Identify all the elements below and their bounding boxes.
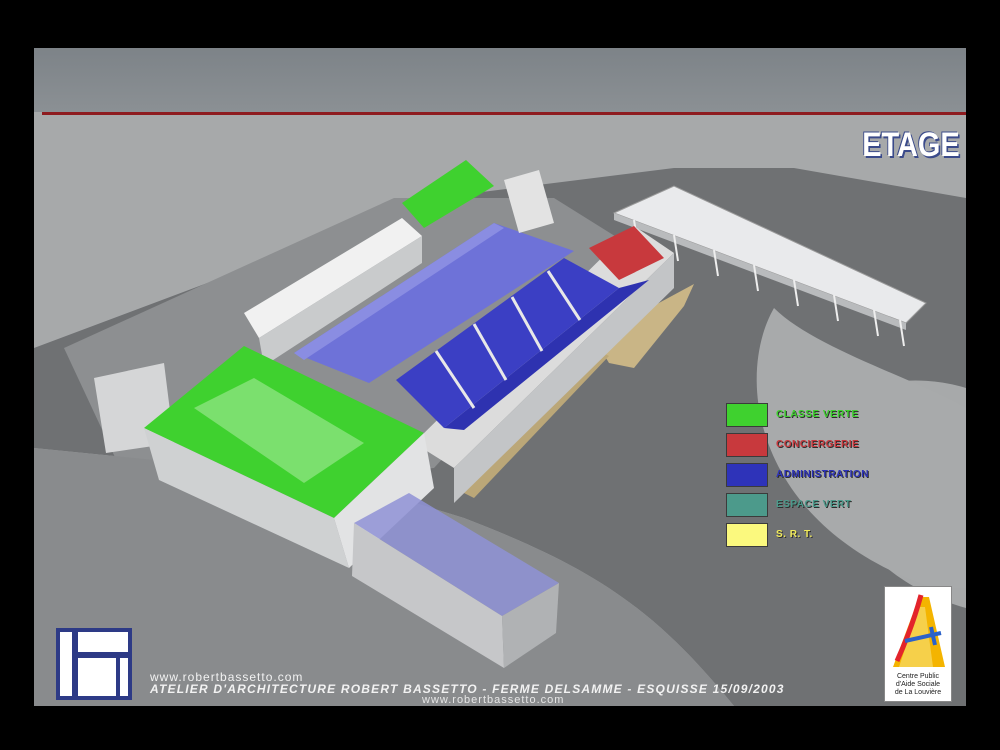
legend: CLASSE VERTE CONCIERGERIE ADMINISTRATION… xyxy=(726,401,926,551)
legend-item-espace-vert: ESPACE VERT xyxy=(726,491,926,521)
legend-item-srt: S. R. T. xyxy=(726,521,926,551)
legend-item-classe-verte: CLASSE VERTE xyxy=(726,401,926,431)
legend-label: ESPACE VERT xyxy=(776,499,852,510)
cpas-emblem-icon xyxy=(893,594,945,667)
footer-url-bottom: www.robertbassetto.com xyxy=(422,694,565,706)
legend-swatch xyxy=(726,433,768,457)
legend-swatch xyxy=(726,523,768,547)
legend-label: CLASSE VERTE xyxy=(776,409,859,420)
legend-swatch xyxy=(726,463,768,487)
page-title: ETAGE xyxy=(862,126,960,164)
cpas-line-1: Centre Public xyxy=(896,673,940,680)
cpas-caption: Centre Public d'Aide Sociale de La Louvi… xyxy=(885,673,951,697)
rb-logo-icon xyxy=(56,628,132,700)
legend-swatch xyxy=(726,403,768,427)
architectural-rendering xyxy=(34,160,966,706)
cpas-line-3: de La Louvière xyxy=(894,689,942,696)
legend-label: S. R. T. xyxy=(776,529,813,540)
legend-label: CONCIERGERIE xyxy=(776,439,860,450)
slide: ETAGE CLASSE VERTE CONCIERGERIE ADMINIST… xyxy=(34,48,966,706)
legend-item-conciergerie: CONCIERGERIE xyxy=(726,431,926,461)
legend-item-administration: ADMINISTRATION xyxy=(726,461,926,491)
legend-swatch xyxy=(726,493,768,517)
legend-label: ADMINISTRATION xyxy=(776,469,869,480)
cpas-line-2: d'Aide Sociale xyxy=(895,681,941,688)
cpas-logo: Centre Public d'Aide Sociale de La Louvi… xyxy=(884,586,952,702)
